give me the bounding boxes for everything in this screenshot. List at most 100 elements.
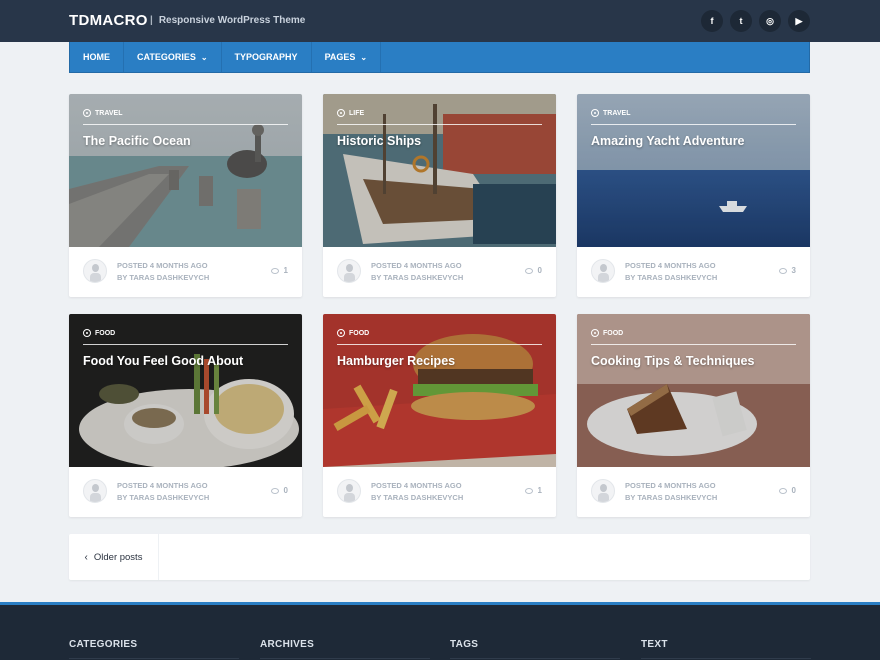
post-author[interactable]: BY TARAS DASHKEVYCH: [371, 493, 463, 502]
comment-icon: [270, 267, 279, 274]
comment-icon: [524, 267, 533, 274]
avatar[interactable]: [337, 479, 361, 503]
post-thumbnail[interactable]: TRAVEL Amazing Yacht Adventure: [577, 94, 810, 247]
post-meta: POSTED 4 MONTHS AGO BY TARAS DASHKEVYCH …: [337, 259, 542, 285]
tagline-text: Responsive WordPress Theme: [158, 15, 306, 26]
post-title[interactable]: Historic Ships: [337, 134, 421, 148]
category-icon: [337, 329, 345, 337]
category-icon: [591, 109, 599, 117]
post-author[interactable]: BY TARAS DASHKEVYCH: [371, 273, 463, 282]
chevron-down-icon: ⌄: [200, 52, 208, 62]
comment-count[interactable]: 0: [778, 486, 796, 495]
comment-icon: [524, 487, 533, 494]
nav-item-label: CATEGORIES: [137, 52, 196, 62]
category-icon: [83, 109, 91, 117]
instagram-icon[interactable]: ◎: [759, 10, 781, 32]
post-category-label: FOOD: [603, 329, 624, 337]
nav-item-categories[interactable]: CATEGORIES ⌄: [124, 42, 222, 72]
post-author[interactable]: BY TARAS DASHKEVYCH: [625, 273, 717, 282]
twitter-icon[interactable]: t: [730, 10, 752, 32]
post-title[interactable]: Food You Feel Good About: [83, 354, 243, 368]
post-category[interactable]: FOOD: [337, 329, 369, 337]
comment-count-value: 1: [283, 266, 288, 275]
post-category[interactable]: LIFE: [337, 109, 364, 117]
post-category-label: FOOD: [349, 329, 370, 337]
post-title[interactable]: Hamburger Recipes: [337, 354, 455, 368]
post-card: FOOD Hamburger Recipes POSTED 4 MONTHS A…: [323, 314, 556, 517]
category-icon: [83, 329, 91, 337]
post-thumbnail[interactable]: FOOD Cooking Tips & Techniques: [577, 314, 810, 467]
post-category[interactable]: TRAVEL: [591, 109, 630, 117]
post-date: POSTED 4 MONTHS AGO: [117, 481, 208, 490]
footer-divider: [641, 658, 811, 659]
nav-item-label: TYPOGRAPHY: [234, 52, 298, 62]
nav-item-pages[interactable]: PAGES ⌄: [312, 42, 382, 72]
post-category-label: TRAVEL: [603, 109, 631, 117]
post-thumbnail[interactable]: FOOD Food You Feel Good About: [69, 314, 302, 467]
facebook-icon[interactable]: f: [701, 10, 723, 32]
post-meta: POSTED 4 MONTHS AGO BY TARAS DASHKEVYCH …: [83, 259, 288, 285]
site-logo[interactable]: TDMACRO: [69, 12, 148, 29]
pagination: ‹ Older posts: [69, 534, 810, 580]
title-divider: [337, 124, 542, 125]
post-title[interactable]: The Pacific Ocean: [83, 134, 191, 148]
older-posts-button[interactable]: ‹ Older posts: [69, 534, 159, 580]
comment-icon: [778, 487, 787, 494]
post-thumbnail[interactable]: FOOD Hamburger Recipes: [323, 314, 556, 467]
footer-divider: [260, 658, 430, 659]
footer-divider: [450, 658, 620, 659]
post-date: POSTED 4 MONTHS AGO: [371, 261, 462, 270]
title-divider: [337, 344, 542, 345]
comment-count-value: 0: [283, 486, 288, 495]
post-author[interactable]: BY TARAS DASHKEVYCH: [625, 493, 717, 502]
category-icon: [337, 109, 345, 117]
avatar[interactable]: [83, 479, 107, 503]
post-author[interactable]: BY TARAS DASHKEVYCH: [117, 493, 209, 502]
post-card: LIFE Historic Ships POSTED 4 MONTHS AGO …: [323, 94, 556, 297]
avatar[interactable]: [591, 479, 615, 503]
post-card: FOOD Food You Feel Good About POSTED 4 M…: [69, 314, 302, 517]
comment-count[interactable]: 1: [524, 486, 542, 495]
post-category[interactable]: FOOD: [83, 329, 115, 337]
post-date: POSTED 4 MONTHS AGO: [625, 481, 716, 490]
avatar[interactable]: [83, 259, 107, 283]
comment-count-value: 1: [537, 486, 542, 495]
post-category[interactable]: FOOD: [591, 329, 623, 337]
footer-heading-text: TEXT: [641, 639, 668, 650]
post-card: TRAVEL Amazing Yacht Adventure POSTED 4 …: [577, 94, 810, 297]
post-title[interactable]: Amazing Yacht Adventure: [591, 134, 745, 148]
title-divider: [83, 344, 288, 345]
main-nav: HOME CATEGORIES ⌄ TYPOGRAPHY PAGES ⌄: [69, 42, 810, 73]
footer-heading-categories: CATEGORIES: [69, 639, 138, 650]
site-tagline: | Responsive WordPress Theme: [150, 15, 305, 26]
nav-item-home[interactable]: HOME: [70, 42, 124, 72]
comment-count-value: 0: [791, 486, 796, 495]
post-title[interactable]: Cooking Tips & Techniques: [591, 354, 754, 368]
post-card: FOOD Cooking Tips & Techniques POSTED 4 …: [577, 314, 810, 517]
post-meta: POSTED 4 MONTHS AGO BY TARAS DASHKEVYCH …: [591, 259, 796, 285]
social-links: f t ◎ ▶: [701, 10, 810, 32]
older-posts-label: Older posts: [93, 551, 143, 563]
comment-icon: [778, 267, 787, 274]
comment-count[interactable]: 1: [270, 266, 288, 275]
title-divider: [591, 124, 796, 125]
comment-count[interactable]: 0: [270, 486, 288, 495]
comment-count[interactable]: 3: [778, 266, 796, 275]
post-date: POSTED 4 MONTHS AGO: [371, 481, 462, 490]
avatar[interactable]: [591, 259, 615, 283]
avatar[interactable]: [337, 259, 361, 283]
post-card: TRAVEL The Pacific Ocean POSTED 4 MONTHS…: [69, 94, 302, 297]
nav-item-typography[interactable]: TYPOGRAPHY: [222, 42, 312, 72]
nav-item-label: HOME: [83, 52, 110, 62]
post-meta: POSTED 4 MONTHS AGO BY TARAS DASHKEVYCH …: [591, 479, 796, 505]
post-thumbnail[interactable]: LIFE Historic Ships: [323, 94, 556, 247]
post-author[interactable]: BY TARAS DASHKEVYCH: [117, 273, 209, 282]
post-category-label: LIFE: [349, 109, 365, 117]
footer-divider: [69, 658, 239, 659]
post-category[interactable]: TRAVEL: [83, 109, 122, 117]
comment-count[interactable]: 0: [524, 266, 542, 275]
post-date: POSTED 4 MONTHS AGO: [117, 261, 208, 270]
post-thumbnail[interactable]: TRAVEL The Pacific Ocean: [69, 94, 302, 247]
youtube-icon[interactable]: ▶: [788, 10, 810, 32]
post-category-label: TRAVEL: [95, 109, 123, 117]
